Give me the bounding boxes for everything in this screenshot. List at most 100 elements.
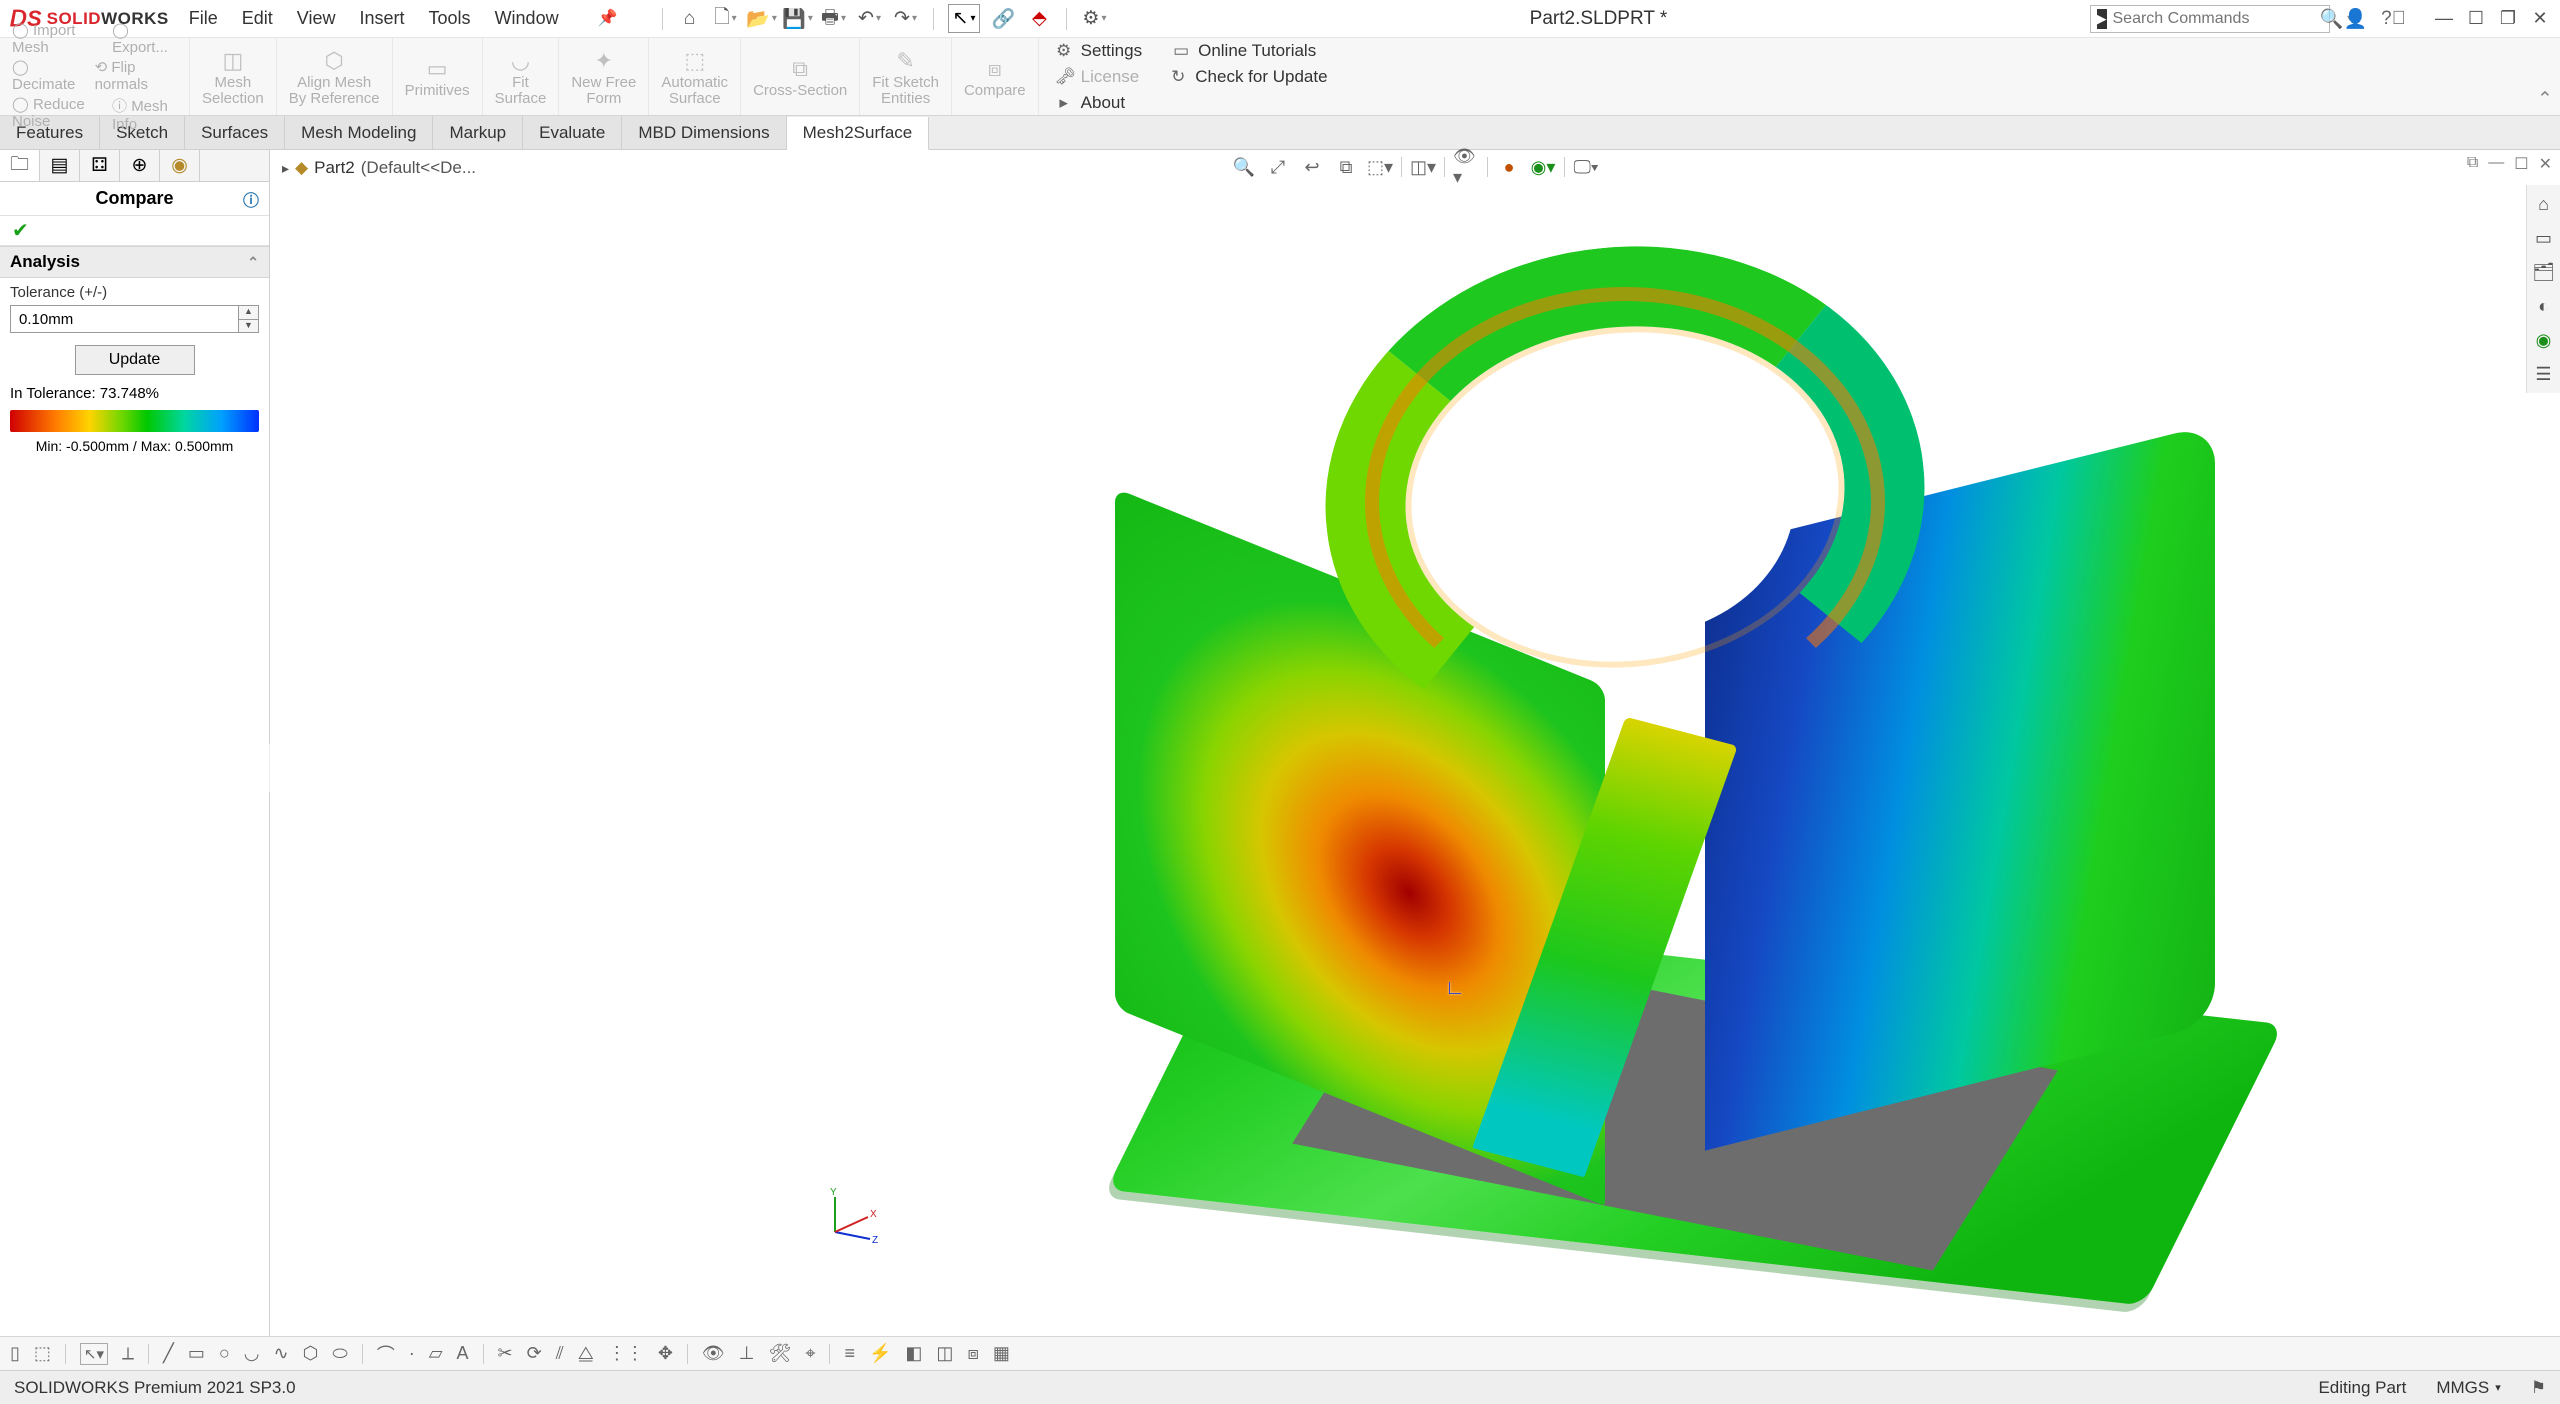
status-flag-icon[interactable]: ⚑ bbox=[2531, 1378, 2546, 1398]
maximize-icon[interactable]: ☐ bbox=[2466, 8, 2486, 29]
redo-icon[interactable]: ↷ bbox=[893, 6, 919, 32]
bt-spline-icon[interactable]: ∿ bbox=[274, 1343, 289, 1364]
ptab-property-icon[interactable]: ▤ bbox=[40, 150, 80, 181]
bt-rapid-icon[interactable]: ≡ bbox=[844, 1343, 855, 1364]
open-icon[interactable]: 📂 bbox=[749, 6, 775, 32]
bt-pattern-icon[interactable]: ⋮⋮ bbox=[608, 1343, 644, 1364]
bt-instant-icon[interactable]: ⚡ bbox=[869, 1343, 891, 1364]
tab-markup[interactable]: Markup bbox=[433, 116, 523, 149]
menu-file[interactable]: File bbox=[189, 8, 218, 29]
tab-mesh-modeling[interactable]: Mesh Modeling bbox=[285, 116, 433, 149]
bt-display-icon[interactable]: 👁 bbox=[702, 1343, 725, 1364]
doc-close-icon[interactable]: ✕ bbox=[2539, 154, 2552, 174]
status-units[interactable]: MMGS▾ bbox=[2436, 1378, 2500, 1398]
bt-quick-snap-icon[interactable]: ⌖ bbox=[805, 1343, 815, 1364]
rail-view-icon[interactable]: ◐ bbox=[2527, 291, 2560, 321]
menu-insert[interactable]: Insert bbox=[360, 8, 405, 29]
doc-max-icon[interactable]: ☐ bbox=[2514, 154, 2528, 174]
btn-export[interactable]: ◯ Export... bbox=[112, 21, 177, 56]
tab-mbd-dimensions[interactable]: MBD Dimensions bbox=[622, 116, 786, 149]
doc-min-icon[interactable]: — bbox=[2488, 154, 2504, 174]
zoom-fit-icon[interactable]: 🔍 bbox=[1231, 154, 1257, 180]
bt-slot-icon[interactable]: ⬭ bbox=[332, 1343, 347, 1364]
bt-polygon-icon[interactable]: ⬡ bbox=[303, 1343, 319, 1364]
bt-arc-icon[interactable]: ◡ bbox=[244, 1343, 260, 1364]
bt-trim-icon[interactable]: ✂ bbox=[498, 1343, 513, 1364]
ribbon-collapse-icon[interactable]: ⌃ bbox=[2530, 38, 2560, 115]
zoom-area-icon[interactable]: ⤢ bbox=[1265, 154, 1291, 180]
bt-mirror-icon[interactable]: ⧋ bbox=[578, 1343, 594, 1364]
hide-show-icon[interactable]: 👁▾ bbox=[1453, 154, 1479, 180]
bt-more2-icon[interactable]: ⧈ bbox=[967, 1343, 978, 1364]
search-icon[interactable]: 🔍 bbox=[2320, 7, 2344, 31]
tab-surfaces[interactable]: Surfaces bbox=[185, 116, 285, 149]
save-icon[interactable]: 💾 bbox=[785, 6, 811, 32]
menu-edit[interactable]: Edit bbox=[242, 8, 273, 29]
bt-repair-icon[interactable]: 🛠 bbox=[768, 1343, 791, 1364]
bt-point-icon[interactable]: · bbox=[409, 1343, 415, 1364]
help-icon[interactable]: ?⃝ bbox=[2381, 8, 2406, 30]
spin-up-icon[interactable]: ▲ bbox=[239, 306, 258, 320]
section-view-icon[interactable]: ⧉ bbox=[1333, 154, 1359, 180]
rg-fit-surface[interactable]: ◡Fit Surface bbox=[483, 38, 560, 115]
bt-circle-icon[interactable]: ○ bbox=[219, 1343, 230, 1364]
menu-tools[interactable]: Tools bbox=[429, 8, 471, 29]
bt-offset-icon[interactable]: ⫽ bbox=[556, 1343, 564, 1364]
rail-appearance-icon[interactable]: ◉ bbox=[2527, 325, 2560, 355]
tolerance-spinner[interactable]: ▲▼ bbox=[239, 305, 259, 333]
bt-line-icon[interactable]: ╱ bbox=[163, 1343, 174, 1364]
section-analysis[interactable]: Analysis⌃ bbox=[0, 246, 269, 278]
restore-icon[interactable]: ❐ bbox=[2498, 8, 2518, 29]
rg-fit-sketch[interactable]: ✎Fit Sketch Entities bbox=[860, 38, 952, 115]
tolerance-input[interactable] bbox=[10, 305, 239, 333]
home-icon[interactable]: ⌂ bbox=[677, 6, 703, 32]
bt-relations-icon[interactable]: ⊥ bbox=[739, 1343, 755, 1364]
menu-view[interactable]: View bbox=[297, 8, 336, 29]
tab-evaluate[interactable]: Evaluate bbox=[523, 116, 622, 149]
link-license[interactable]: 🗝License bbox=[1055, 67, 1140, 87]
bt-shaded-icon[interactable]: ◧ bbox=[905, 1343, 922, 1364]
bt-more1-icon[interactable]: ◫ bbox=[936, 1343, 953, 1364]
menu-window[interactable]: Window bbox=[495, 8, 559, 29]
rg-auto-surface[interactable]: ⬚Automatic Surface bbox=[649, 38, 741, 115]
render-icon[interactable]: 🖵▾ bbox=[1573, 154, 1599, 180]
ok-check-icon[interactable]: ✔ bbox=[12, 218, 29, 243]
link-check-update[interactable]: ↻Check for Update bbox=[1169, 67, 1327, 87]
scene-icon[interactable]: ◉▾ bbox=[1530, 154, 1556, 180]
rg-align-mesh[interactable]: ⬡Align Mesh By Reference bbox=[277, 38, 393, 115]
undo-icon[interactable]: ↶ bbox=[857, 6, 883, 32]
bt-move-icon[interactable]: ✥ bbox=[658, 1343, 673, 1364]
rg-free-form[interactable]: ✦New Free Form bbox=[559, 38, 649, 115]
tab-mesh2surface[interactable]: Mesh2Surface bbox=[787, 117, 930, 150]
bt-more3-icon[interactable]: ▦ bbox=[993, 1343, 1010, 1364]
link-tutorials[interactable]: ▭Online Tutorials bbox=[1172, 41, 1316, 61]
btn-decimate[interactable]: ◯ Decimate bbox=[12, 58, 83, 93]
ptab-dim-icon[interactable]: ⊕ bbox=[120, 150, 160, 181]
ptab-feature-tree-icon[interactable]: 🗀 bbox=[0, 150, 40, 181]
view-orient-icon[interactable]: ⬚▾ bbox=[1367, 154, 1393, 180]
bt-text-icon[interactable]: A bbox=[457, 1343, 469, 1364]
rg-mesh-selection[interactable]: ◫Mesh Selection bbox=[190, 38, 277, 115]
print-icon[interactable]: 🖶 bbox=[821, 6, 847, 32]
search-input[interactable] bbox=[2113, 10, 2320, 28]
rebuild-icon[interactable]: ⬘ bbox=[1026, 6, 1052, 32]
rail-resources-icon[interactable]: ▭ bbox=[2527, 223, 2560, 253]
rail-home-icon[interactable]: ⌂ bbox=[2527, 189, 2560, 219]
bt-select-tool[interactable]: ↖▾ bbox=[80, 1343, 108, 1365]
bt-plane-icon[interactable]: ▱ bbox=[429, 1343, 443, 1364]
update-button[interactable]: Update bbox=[75, 345, 195, 375]
rg-primitives[interactable]: ▭Primitives bbox=[393, 38, 483, 115]
btn-import-mesh[interactable]: ◯ Import Mesh bbox=[12, 21, 100, 56]
btn-flip-normals[interactable]: ⟲ Flip normals bbox=[95, 58, 177, 93]
btn-reduce-noise[interactable]: ◯ Reduce Noise bbox=[12, 95, 100, 133]
minimize-icon[interactable]: — bbox=[2434, 8, 2454, 29]
bt-model-icon[interactable]: ▯ bbox=[10, 1343, 20, 1364]
user-icon[interactable]: 👤 bbox=[2344, 7, 2368, 31]
pin-icon[interactable]: 📌 bbox=[598, 8, 618, 29]
appearance-icon[interactable]: ● bbox=[1496, 154, 1522, 180]
display-style-icon[interactable]: ◫▾ bbox=[1410, 154, 1436, 180]
prev-view-icon[interactable]: ↩ bbox=[1299, 154, 1325, 180]
rg-compare[interactable]: ⧈Compare bbox=[952, 38, 1039, 115]
select-tool[interactable]: ↖▾ bbox=[948, 4, 981, 33]
bt-convert-icon[interactable]: ⟳ bbox=[527, 1343, 542, 1364]
